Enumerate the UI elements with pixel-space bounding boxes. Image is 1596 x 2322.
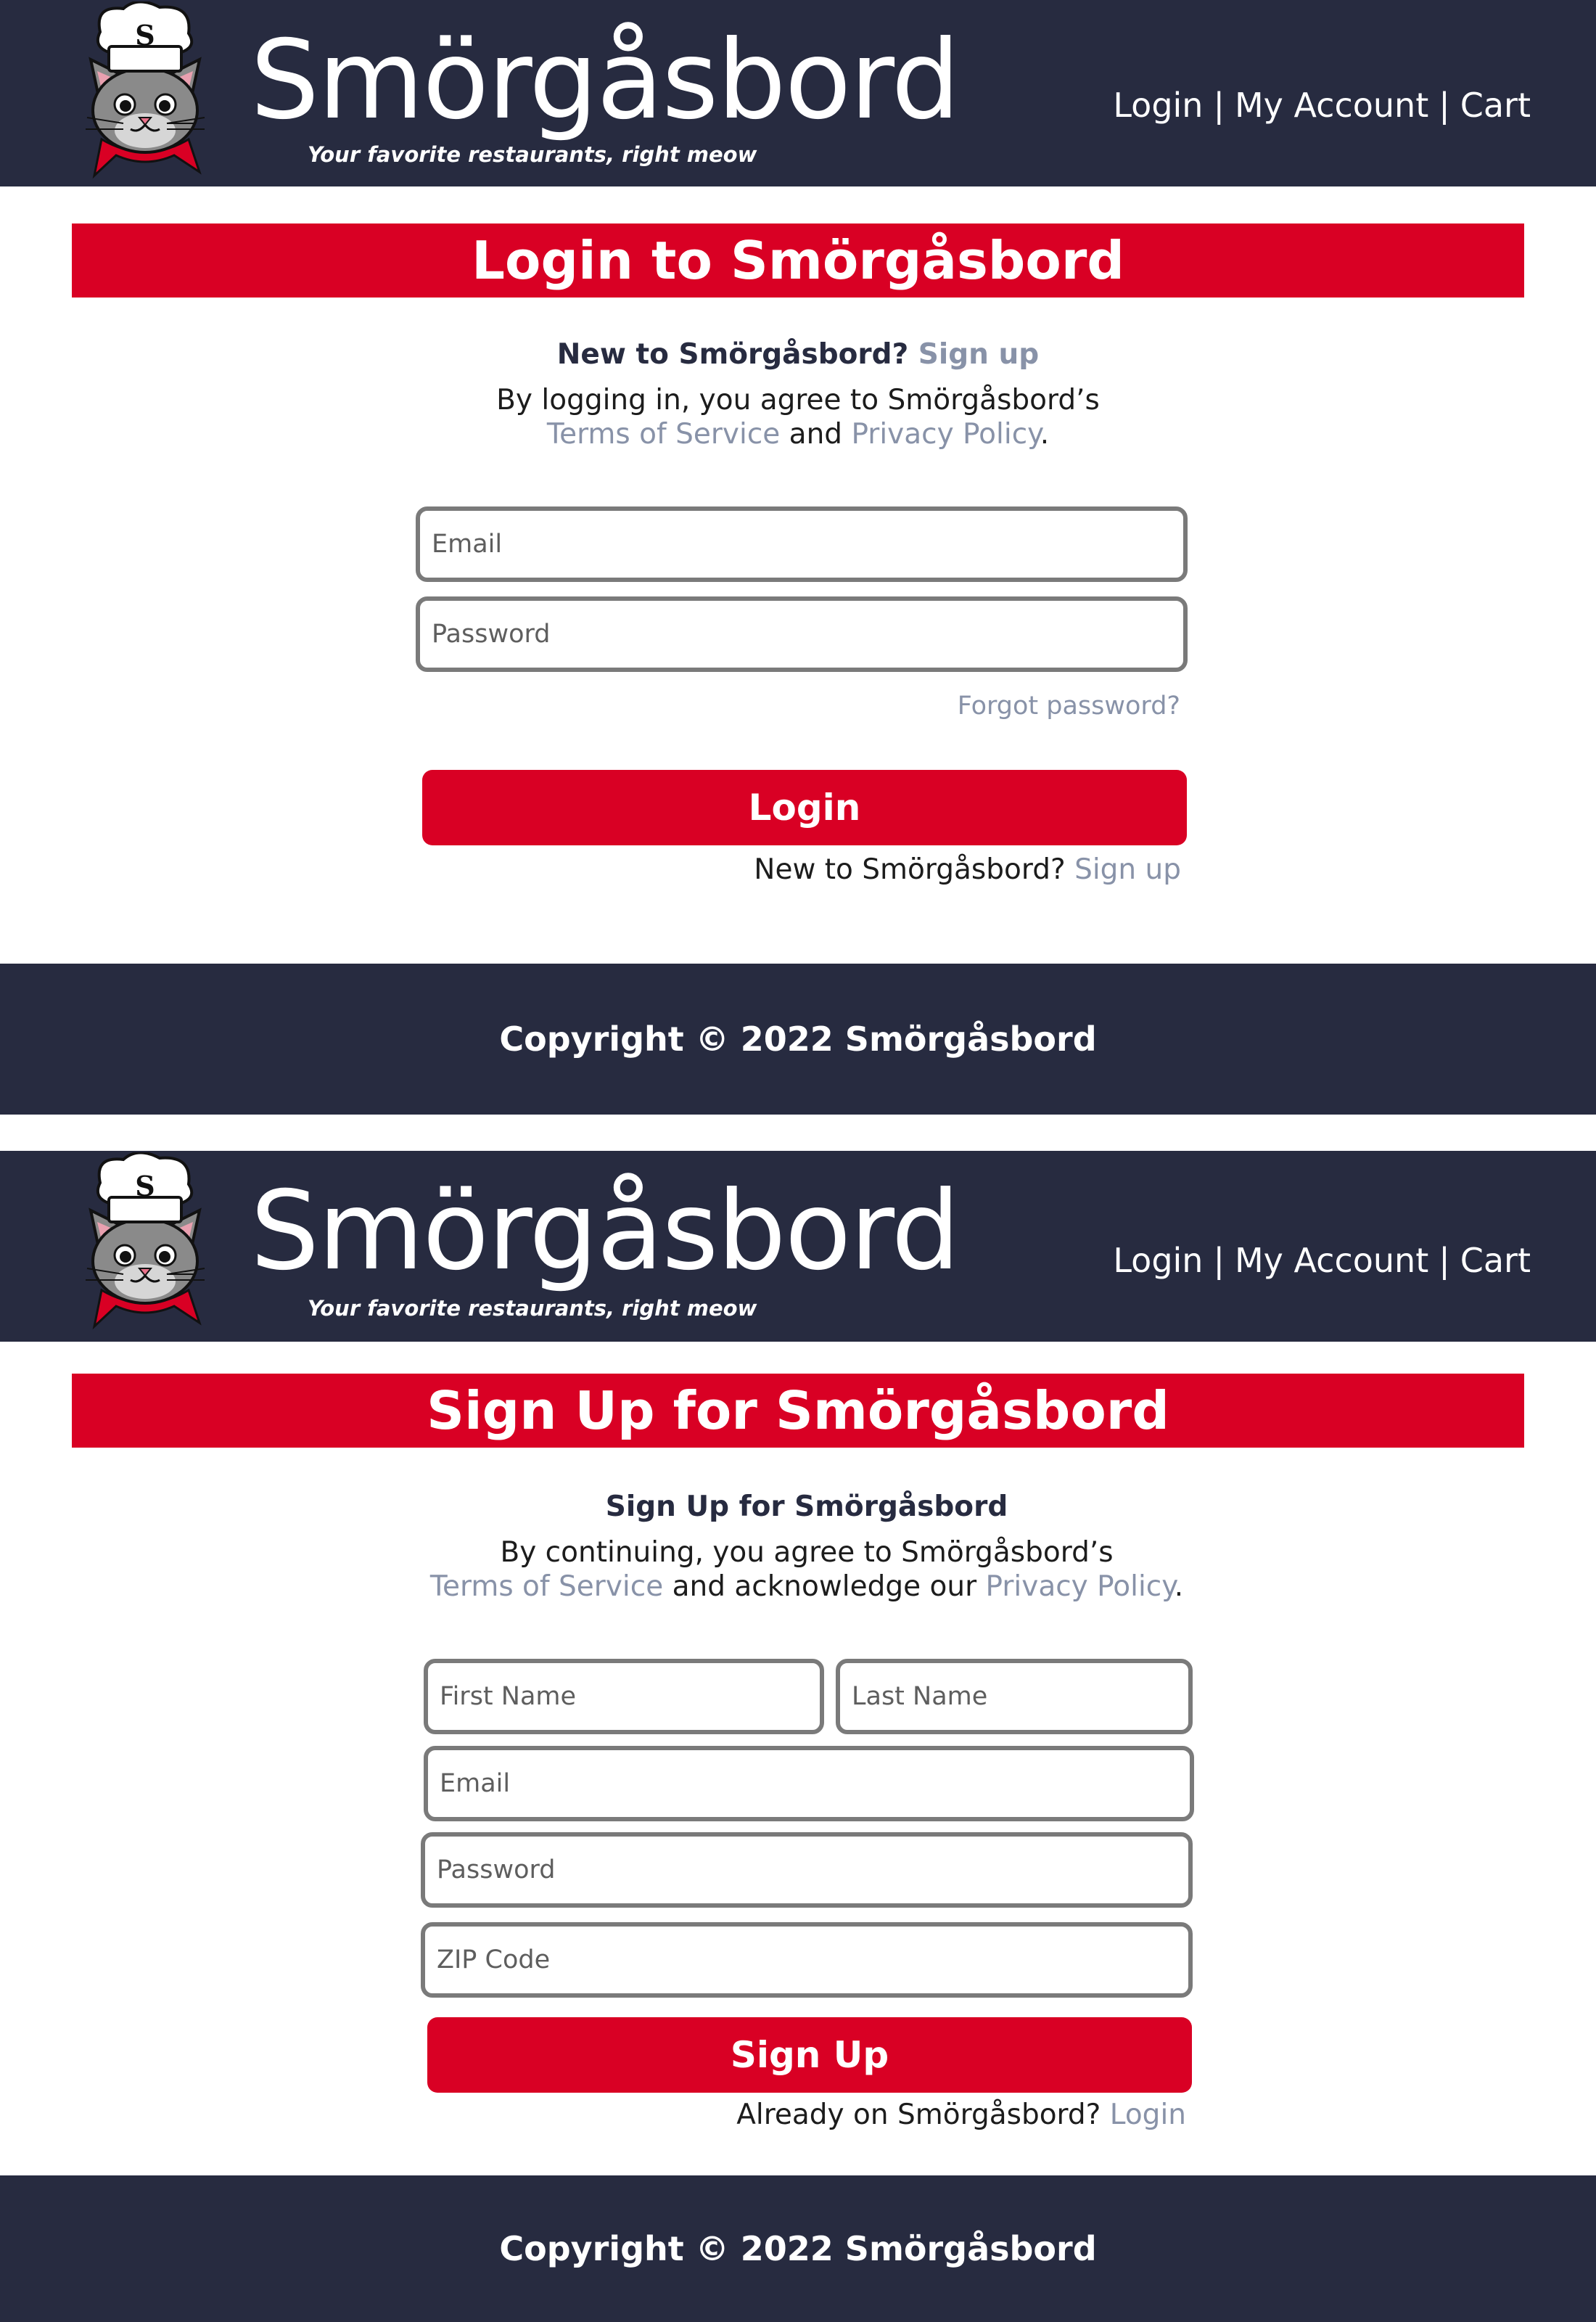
- period-text: .: [1174, 1570, 1184, 1603]
- email-field[interactable]: [424, 1746, 1194, 1821]
- acknowledge-text: and acknowledge our: [672, 1570, 977, 1603]
- nav-my-account-link[interactable]: My Account: [1235, 1241, 1428, 1280]
- nav-login-link[interactable]: Login: [1113, 1241, 1203, 1280]
- brand-name[interactable]: Smörgåsbord: [250, 1177, 961, 1286]
- terms-link[interactable]: Terms of Service: [547, 418, 780, 451]
- signup-agreement-links: Terms of Service and acknowledge our Pri…: [9, 1570, 1596, 1603]
- nav-cart-link[interactable]: Cart: [1460, 1241, 1531, 1280]
- nav-separator: |: [1213, 1241, 1225, 1280]
- nav-cart-link[interactable]: Cart: [1460, 86, 1531, 125]
- site-footer: Copyright © 2022 Smörgåsbord: [0, 2175, 1596, 2322]
- signup-agreement-text: By continuing, you agree to Smörgåsbord’…: [500, 1536, 1114, 1569]
- zip-code-field[interactable]: [421, 1922, 1193, 1998]
- top-nav: Login | My Account | Cart: [1113, 1241, 1531, 1280]
- logo-letter: S: [135, 19, 155, 52]
- tagline: Your favorite restaurants, right meow: [308, 142, 757, 167]
- login-intro-heading: New to Smörgåsbord? Sign up: [0, 338, 1596, 371]
- site-footer: Copyright © 2022 Smörgåsbord: [0, 964, 1596, 1115]
- page-title: Login to Smörgåsbord: [72, 223, 1524, 298]
- last-name-field[interactable]: [836, 1659, 1193, 1734]
- terms-link[interactable]: Terms of Service: [430, 1570, 663, 1603]
- privacy-link[interactable]: Privacy Policy: [986, 1570, 1175, 1603]
- signup-intro-heading: Sign Up for Smörgåsbord: [605, 1490, 1008, 1523]
- new-user-question: New to Smörgåsbord?: [556, 338, 909, 371]
- nav-separator: |: [1439, 86, 1450, 125]
- login-page: S Smörgåsbord Your favorite restaurants,…: [0, 0, 1596, 1115]
- signup-page: S Smörgåsbord Your favorite restaurants,…: [0, 1151, 1596, 2322]
- switch-text: Already on Smörgåsbord?: [736, 2099, 1101, 2131]
- first-name-field[interactable]: [424, 1659, 824, 1734]
- site-header: S Smörgåsbord Your favorite restaurants,…: [0, 0, 1596, 186]
- nav-separator: |: [1213, 86, 1225, 125]
- switch-text: New to Smörgåsbord?: [754, 853, 1066, 886]
- chef-cat-logo-icon[interactable]: S: [73, 1152, 218, 1334]
- site-header: S Smörgåsbord Your favorite restaurants,…: [0, 1151, 1596, 1342]
- password-field[interactable]: [416, 596, 1188, 672]
- chef-cat-logo-icon[interactable]: S: [73, 1, 218, 183]
- login-link[interactable]: Login: [1110, 2099, 1186, 2131]
- brand-name[interactable]: Smörgåsbord: [250, 26, 961, 135]
- password-field[interactable]: [421, 1832, 1193, 1908]
- switch-to-login: Already on Smörgåsbord? Login: [736, 2099, 1186, 2131]
- login-agreement-text: By logging in, you agree to Smörgåsbord’…: [496, 384, 1100, 417]
- page-title: Sign Up for Smörgåsbord: [72, 1374, 1524, 1448]
- period-text: .: [1040, 418, 1050, 451]
- forgot-password-link[interactable]: Forgot password?: [958, 692, 1180, 721]
- sign-up-link[interactable]: Sign up: [1074, 853, 1181, 886]
- login-button[interactable]: Login: [422, 770, 1187, 845]
- switch-to-signup: New to Smörgåsbord? Sign up: [754, 853, 1181, 886]
- nav-my-account-link[interactable]: My Account: [1235, 86, 1428, 125]
- tagline: Your favorite restaurants, right meow: [308, 1296, 757, 1321]
- login-agreement-links: Terms of Service and Privacy Policy.: [0, 418, 1596, 451]
- sign-up-link[interactable]: Sign up: [918, 338, 1039, 371]
- and-text: and: [789, 418, 843, 451]
- top-nav: Login | My Account | Cart: [1113, 86, 1531, 125]
- nav-login-link[interactable]: Login: [1113, 86, 1203, 125]
- sign-up-button[interactable]: Sign Up: [427, 2017, 1192, 2093]
- privacy-link[interactable]: Privacy Policy: [851, 418, 1040, 451]
- email-field[interactable]: [416, 506, 1188, 582]
- logo-letter: S: [135, 1170, 155, 1202]
- nav-separator: |: [1439, 1241, 1450, 1280]
